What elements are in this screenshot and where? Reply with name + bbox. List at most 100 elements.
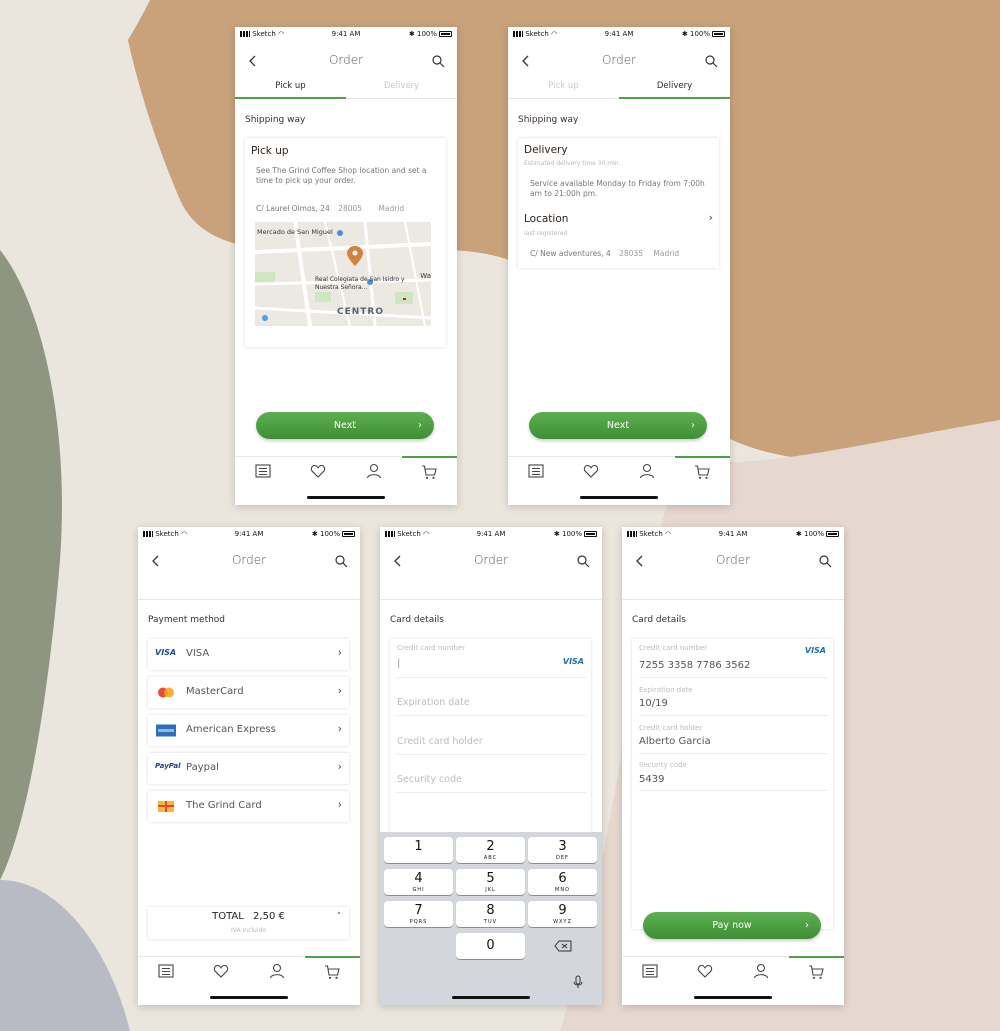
key-letters: WXYZ [553, 919, 572, 925]
search-icon[interactable] [431, 54, 445, 68]
section-title: Card details [632, 615, 686, 625]
key-2[interactable]: 2 ABC [456, 837, 525, 863]
tab-bar-cart[interactable] [304, 956, 360, 986]
divider [622, 599, 844, 600]
tab-bar [138, 956, 360, 986]
cart-icon [422, 465, 437, 479]
delivery-address: C/ New adventures, 4 28035 Madrid [530, 249, 710, 259]
next-button[interactable]: Next › [529, 412, 707, 439]
map-label-edge: Wa [420, 272, 431, 280]
address-city: Madrid [653, 249, 680, 258]
pickup-screen: Sketch ◠ 9:41 AM ✱ 100% Order Pick up De… [235, 27, 457, 505]
battery-icon [826, 531, 839, 537]
tab-bar-favorites[interactable] [291, 457, 347, 487]
card-number-input[interactable]: | [397, 658, 400, 669]
field-underline [397, 754, 586, 755]
key-3[interactable]: 3 DEF [528, 837, 597, 863]
card-title: Pick up [251, 145, 289, 157]
bluetooth-icon: ✱ [408, 30, 415, 38]
total-summary[interactable]: TOTAL 2,50 € IVA Incluido ˄ [148, 907, 349, 939]
search-icon[interactable] [576, 554, 590, 568]
tab-bar-cart[interactable] [674, 456, 730, 486]
tab-bar-menu[interactable] [622, 957, 678, 987]
status-bar: Sketch ◠ 9:41 AM ✱ 100% [138, 527, 360, 541]
tab-bar-menu[interactable] [508, 457, 564, 487]
field-underline [397, 792, 586, 793]
key-digit: 3 [558, 839, 567, 854]
payment-method-amex[interactable]: American Express › [148, 715, 349, 746]
key-letters: JKL [485, 887, 496, 893]
delivery-card: Delivery Estimated delivery time 30 min.… [518, 138, 719, 268]
cart-icon [325, 965, 340, 979]
pay-now-button[interactable]: Pay now › [643, 912, 821, 939]
mastercard-logo [158, 687, 174, 698]
backspace-icon[interactable] [554, 940, 572, 952]
bluetooth-icon: ✱ [795, 530, 802, 538]
tab-pickup[interactable]: Pick up [508, 77, 619, 99]
key-5[interactable]: 5 JKL [456, 869, 525, 895]
key-7[interactable]: 7 PQRS [384, 901, 453, 927]
chevron-right-icon: › [691, 420, 695, 431]
card-number-input[interactable]: 7255 3358 7786 3562 [639, 660, 750, 671]
search-icon[interactable] [818, 554, 832, 568]
status-bar: Sketch ◠ 9:41 AM ✱ 100% [508, 27, 730, 41]
key-digit: 7 [414, 903, 423, 918]
expiration-date-input[interactable]: Expiration date [397, 697, 470, 708]
divider [380, 599, 602, 600]
key-6[interactable]: 6 MNO [528, 869, 597, 895]
service-hours: Service available Monday to Friday from … [530, 179, 705, 198]
tab-bar-profile[interactable] [249, 957, 305, 987]
payment-screen: Sketch ◠ 9:41 AM ✱ 100% Order Payment me… [138, 527, 360, 1005]
tab-delivery[interactable]: Delivery [346, 77, 457, 99]
tab-bar-profile[interactable] [619, 457, 675, 487]
key-9[interactable]: 9 WXYZ [528, 901, 597, 927]
chevron-right-icon: › [805, 920, 809, 931]
field-underline [639, 715, 828, 716]
payment-method-mastercard[interactable]: MasterCard › [148, 677, 349, 708]
tab-bar-favorites[interactable] [678, 957, 734, 987]
payment-method-grind-card[interactable]: The Grind Card › [148, 791, 349, 822]
card-holder-input[interactable]: Alberto Garcia [639, 736, 711, 747]
tab-bar-profile[interactable] [346, 457, 402, 487]
tab-bar-favorites[interactable] [564, 457, 620, 487]
battery-label: 100% [561, 530, 582, 538]
tab-bar [622, 956, 844, 986]
tab-bar-cart[interactable] [788, 956, 844, 986]
location-map[interactable]: Mercado de San Miguel Real Colegiata de … [255, 222, 431, 326]
tab-pickup[interactable]: Pick up [235, 77, 346, 99]
total-value: 2,50 € [253, 911, 285, 922]
key-4[interactable]: 4 GHI [384, 869, 453, 895]
key-digit: 4 [414, 871, 423, 886]
security-code-input[interactable]: 5439 [639, 774, 664, 785]
tab-bar-profile[interactable] [733, 957, 789, 987]
bluetooth-icon: ✱ [681, 30, 688, 38]
tab-bar-menu[interactable] [235, 457, 291, 487]
payment-method-paypal[interactable]: PayPal Paypal › [148, 753, 349, 784]
key-1[interactable]: 1 [384, 837, 453, 863]
key-digit: 8 [486, 903, 495, 918]
numeric-keypad: 1 2 ABC 3 DEF 4 GHI 5 JKL 6 MNO 7 PQRS 8 TUV 9W… [380, 832, 602, 1005]
key-0[interactable]: 0 [456, 933, 525, 959]
security-code-input[interactable]: Security code [397, 774, 462, 785]
expiration-date-input[interactable]: 10/19 [639, 698, 668, 709]
payment-method-label: The Grind Card [186, 800, 262, 811]
amex-logo [156, 724, 176, 737]
card-holder-input[interactable]: Credit card holder [397, 736, 483, 747]
tab-bar-menu[interactable] [138, 957, 194, 987]
page-title: Order [231, 553, 267, 567]
tab-bar-favorites[interactable] [194, 957, 250, 987]
payment-method-label: VISA [186, 648, 210, 659]
key-8[interactable]: 8 TUV [456, 901, 525, 927]
next-button[interactable]: Next › [256, 412, 434, 439]
security-code-label: Security code [639, 761, 687, 769]
tab-delivery[interactable]: Delivery [619, 77, 730, 99]
search-icon[interactable] [704, 54, 718, 68]
microphone-icon[interactable] [573, 975, 583, 989]
heart-icon [311, 464, 326, 478]
field-underline [397, 715, 586, 716]
payment-method-visa[interactable]: VISA VISA › [148, 639, 349, 670]
key-digit: 5 [486, 871, 495, 886]
search-icon[interactable] [334, 554, 348, 568]
shipping-tabs: Pick up Delivery [508, 77, 730, 99]
tab-bar-cart[interactable] [401, 456, 457, 486]
